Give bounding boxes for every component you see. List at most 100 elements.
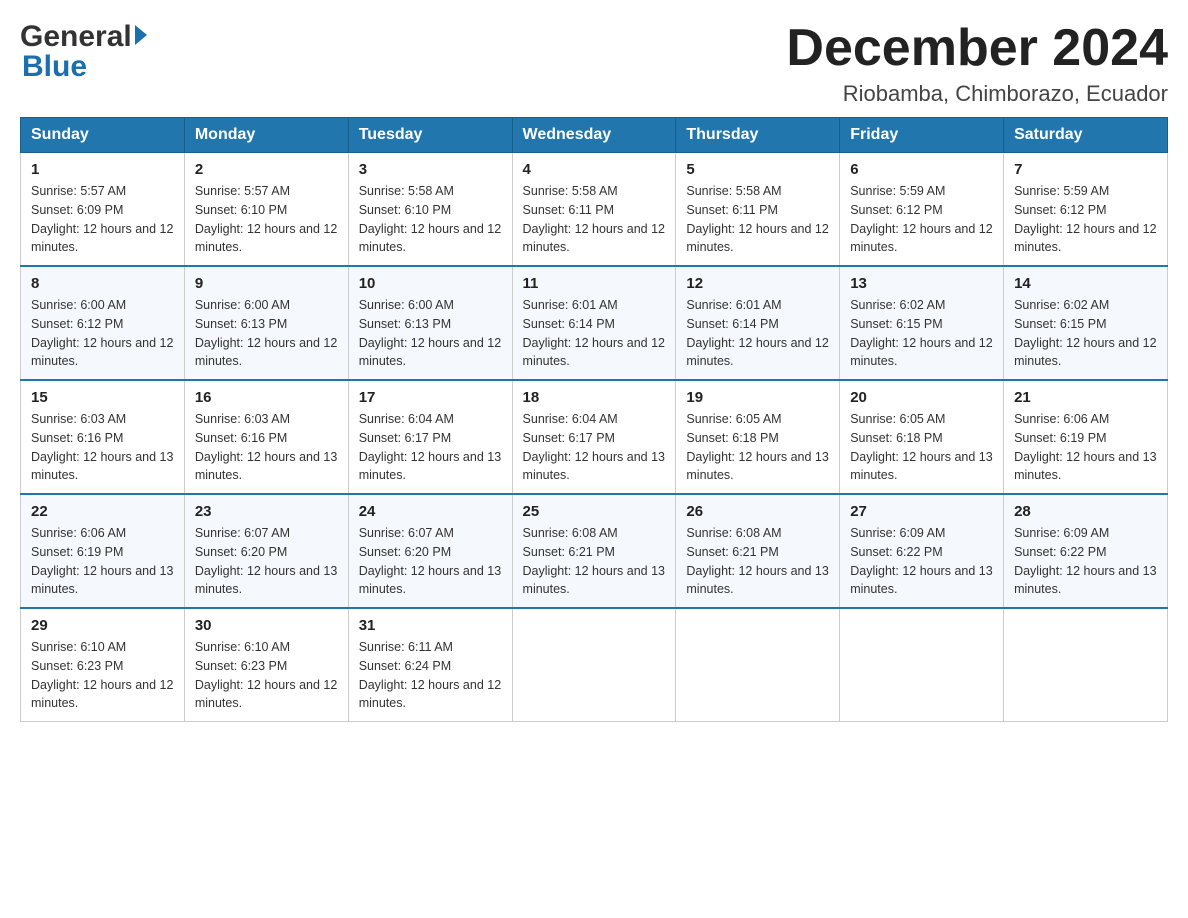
day-info: Sunrise: 5:58 AMSunset: 6:10 PMDaylight:… (359, 184, 501, 254)
table-row: 27 Sunrise: 6:09 AMSunset: 6:22 PMDaylig… (840, 494, 1004, 608)
day-info: Sunrise: 6:07 AMSunset: 6:20 PMDaylight:… (195, 526, 337, 596)
table-row: 29 Sunrise: 6:10 AMSunset: 6:23 PMDaylig… (21, 608, 185, 722)
day-number: 24 (359, 503, 502, 520)
table-row (1004, 608, 1168, 722)
calendar-week-row: 22 Sunrise: 6:06 AMSunset: 6:19 PMDaylig… (21, 494, 1168, 608)
day-info: Sunrise: 6:11 AMSunset: 6:24 PMDaylight:… (359, 640, 501, 710)
day-number: 6 (850, 161, 993, 178)
table-row: 24 Sunrise: 6:07 AMSunset: 6:20 PMDaylig… (348, 494, 512, 608)
day-info: Sunrise: 6:01 AMSunset: 6:14 PMDaylight:… (523, 298, 665, 368)
day-info: Sunrise: 6:05 AMSunset: 6:18 PMDaylight:… (850, 412, 992, 482)
day-number: 13 (850, 275, 993, 292)
day-info: Sunrise: 5:58 AMSunset: 6:11 PMDaylight:… (523, 184, 665, 254)
header-wednesday: Wednesday (512, 118, 676, 153)
table-row: 6 Sunrise: 5:59 AMSunset: 6:12 PMDayligh… (840, 153, 1004, 267)
table-row: 20 Sunrise: 6:05 AMSunset: 6:18 PMDaylig… (840, 380, 1004, 494)
day-number: 22 (31, 503, 174, 520)
calendar-week-row: 1 Sunrise: 5:57 AMSunset: 6:09 PMDayligh… (21, 153, 1168, 267)
day-number: 26 (686, 503, 829, 520)
table-row: 14 Sunrise: 6:02 AMSunset: 6:15 PMDaylig… (1004, 266, 1168, 380)
day-info: Sunrise: 6:04 AMSunset: 6:17 PMDaylight:… (359, 412, 501, 482)
day-info: Sunrise: 6:06 AMSunset: 6:19 PMDaylight:… (1014, 412, 1156, 482)
logo-general-text: General (20, 20, 132, 54)
day-info: Sunrise: 6:08 AMSunset: 6:21 PMDaylight:… (523, 526, 665, 596)
day-number: 2 (195, 161, 338, 178)
page-header: General Blue December 2024 Riobamba, Chi… (20, 20, 1168, 107)
day-info: Sunrise: 6:06 AMSunset: 6:19 PMDaylight:… (31, 526, 173, 596)
table-row (676, 608, 840, 722)
table-row: 15 Sunrise: 6:03 AMSunset: 6:16 PMDaylig… (21, 380, 185, 494)
table-row: 1 Sunrise: 5:57 AMSunset: 6:09 PMDayligh… (21, 153, 185, 267)
day-info: Sunrise: 6:09 AMSunset: 6:22 PMDaylight:… (850, 526, 992, 596)
table-row: 3 Sunrise: 5:58 AMSunset: 6:10 PMDayligh… (348, 153, 512, 267)
calendar-week-row: 29 Sunrise: 6:10 AMSunset: 6:23 PMDaylig… (21, 608, 1168, 722)
day-number: 31 (359, 617, 502, 634)
day-info: Sunrise: 6:02 AMSunset: 6:15 PMDaylight:… (1014, 298, 1156, 368)
logo-arrow-icon (135, 25, 147, 45)
day-info: Sunrise: 6:10 AMSunset: 6:23 PMDaylight:… (195, 640, 337, 710)
day-info: Sunrise: 6:03 AMSunset: 6:16 PMDaylight:… (195, 412, 337, 482)
day-number: 12 (686, 275, 829, 292)
day-number: 20 (850, 389, 993, 406)
table-row: 22 Sunrise: 6:06 AMSunset: 6:19 PMDaylig… (21, 494, 185, 608)
day-info: Sunrise: 6:01 AMSunset: 6:14 PMDaylight:… (686, 298, 828, 368)
table-row (512, 608, 676, 722)
day-number: 15 (31, 389, 174, 406)
table-row: 13 Sunrise: 6:02 AMSunset: 6:15 PMDaylig… (840, 266, 1004, 380)
day-number: 23 (195, 503, 338, 520)
table-row: 8 Sunrise: 6:00 AMSunset: 6:12 PMDayligh… (21, 266, 185, 380)
table-row: 25 Sunrise: 6:08 AMSunset: 6:21 PMDaylig… (512, 494, 676, 608)
day-info: Sunrise: 6:00 AMSunset: 6:13 PMDaylight:… (359, 298, 501, 368)
day-info: Sunrise: 6:10 AMSunset: 6:23 PMDaylight:… (31, 640, 173, 710)
table-row: 18 Sunrise: 6:04 AMSunset: 6:17 PMDaylig… (512, 380, 676, 494)
day-info: Sunrise: 6:08 AMSunset: 6:21 PMDaylight:… (686, 526, 828, 596)
table-row: 9 Sunrise: 6:00 AMSunset: 6:13 PMDayligh… (184, 266, 348, 380)
day-number: 4 (523, 161, 666, 178)
table-row: 10 Sunrise: 6:00 AMSunset: 6:13 PMDaylig… (348, 266, 512, 380)
table-row: 4 Sunrise: 5:58 AMSunset: 6:11 PMDayligh… (512, 153, 676, 267)
table-row: 21 Sunrise: 6:06 AMSunset: 6:19 PMDaylig… (1004, 380, 1168, 494)
day-number: 16 (195, 389, 338, 406)
day-info: Sunrise: 6:05 AMSunset: 6:18 PMDaylight:… (686, 412, 828, 482)
day-info: Sunrise: 5:59 AMSunset: 6:12 PMDaylight:… (850, 184, 992, 254)
day-info: Sunrise: 5:59 AMSunset: 6:12 PMDaylight:… (1014, 184, 1156, 254)
table-row: 28 Sunrise: 6:09 AMSunset: 6:22 PMDaylig… (1004, 494, 1168, 608)
day-info: Sunrise: 5:58 AMSunset: 6:11 PMDaylight:… (686, 184, 828, 254)
day-info: Sunrise: 5:57 AMSunset: 6:09 PMDaylight:… (31, 184, 173, 254)
day-number: 27 (850, 503, 993, 520)
day-number: 29 (31, 617, 174, 634)
location-title: Riobamba, Chimborazo, Ecuador (786, 81, 1168, 107)
day-number: 8 (31, 275, 174, 292)
day-number: 17 (359, 389, 502, 406)
table-row: 11 Sunrise: 6:01 AMSunset: 6:14 PMDaylig… (512, 266, 676, 380)
table-row: 23 Sunrise: 6:07 AMSunset: 6:20 PMDaylig… (184, 494, 348, 608)
header-tuesday: Tuesday (348, 118, 512, 153)
table-row: 12 Sunrise: 6:01 AMSunset: 6:14 PMDaylig… (676, 266, 840, 380)
weekday-header-row: Sunday Monday Tuesday Wednesday Thursday… (21, 118, 1168, 153)
day-number: 9 (195, 275, 338, 292)
header-saturday: Saturday (1004, 118, 1168, 153)
logo: General Blue (20, 20, 147, 84)
table-row: 26 Sunrise: 6:08 AMSunset: 6:21 PMDaylig… (676, 494, 840, 608)
header-monday: Monday (184, 118, 348, 153)
day-info: Sunrise: 5:57 AMSunset: 6:10 PMDaylight:… (195, 184, 337, 254)
table-row: 5 Sunrise: 5:58 AMSunset: 6:11 PMDayligh… (676, 153, 840, 267)
day-info: Sunrise: 6:09 AMSunset: 6:22 PMDaylight:… (1014, 526, 1156, 596)
month-title: December 2024 (786, 20, 1168, 77)
calendar-week-row: 15 Sunrise: 6:03 AMSunset: 6:16 PMDaylig… (21, 380, 1168, 494)
day-info: Sunrise: 6:02 AMSunset: 6:15 PMDaylight:… (850, 298, 992, 368)
day-number: 7 (1014, 161, 1157, 178)
day-number: 5 (686, 161, 829, 178)
table-row: 30 Sunrise: 6:10 AMSunset: 6:23 PMDaylig… (184, 608, 348, 722)
table-row: 16 Sunrise: 6:03 AMSunset: 6:16 PMDaylig… (184, 380, 348, 494)
day-info: Sunrise: 6:03 AMSunset: 6:16 PMDaylight:… (31, 412, 173, 482)
logo-blue-text: Blue (22, 50, 87, 84)
day-number: 1 (31, 161, 174, 178)
day-info: Sunrise: 6:04 AMSunset: 6:17 PMDaylight:… (523, 412, 665, 482)
table-row (840, 608, 1004, 722)
day-number: 3 (359, 161, 502, 178)
day-number: 10 (359, 275, 502, 292)
header-sunday: Sunday (21, 118, 185, 153)
table-row: 31 Sunrise: 6:11 AMSunset: 6:24 PMDaylig… (348, 608, 512, 722)
header-thursday: Thursday (676, 118, 840, 153)
